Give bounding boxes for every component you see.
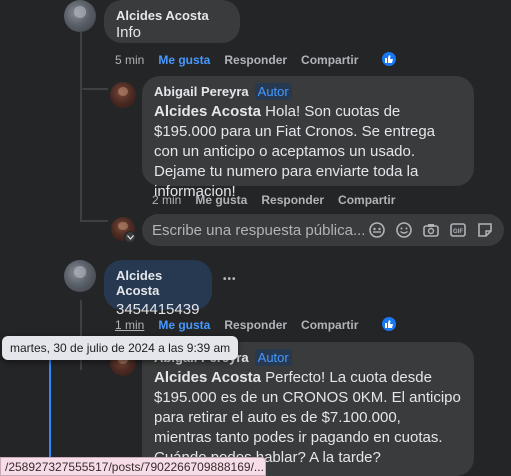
comment-text: Alcides Acosta Hola! Son cuotas de $195.… [154, 103, 436, 200]
like-button[interactable]: Me gusta [158, 318, 210, 332]
mention-link[interactable]: Alcides Acosta [154, 369, 261, 386]
reply-input[interactable]: Escribe una respuesta pública... [152, 222, 368, 239]
reply-button[interactable]: Responder [261, 193, 324, 207]
share-button[interactable]: Compartir [301, 53, 358, 67]
avatar[interactable] [64, 0, 96, 32]
timestamp-tooltip: martes, 30 de julio de 2024 a las 9:39 a… [2, 336, 239, 360]
comment-actions: 2 min Me gusta Responder Compartir [152, 193, 409, 207]
comment-time[interactable]: 1 min [115, 318, 144, 332]
thumbs-up-icon[interactable] [380, 315, 398, 333]
more-options-icon[interactable]: ••• [223, 274, 237, 285]
comment-time[interactable]: 5 min [115, 53, 144, 67]
sticker-icon[interactable] [368, 221, 386, 239]
comment-bubble: Abigail Pereyra Autor Alcides Acosta Hola… [142, 76, 474, 200]
mention-link[interactable]: Alcides Acosta [154, 103, 261, 120]
thread-line [80, 32, 82, 222]
sticker-face-icon[interactable] [476, 221, 494, 239]
comment-bubble: Alcides Acosta Info [104, 0, 240, 43]
gif-icon[interactable]: GIF [449, 221, 467, 239]
thread-highlight-line [49, 352, 51, 462]
reply-button[interactable]: Responder [224, 318, 287, 332]
status-bar-url: /258927327555517/posts/7902266709888169/… [0, 457, 266, 476]
comment-author[interactable]: Alcides Acosta [116, 8, 228, 23]
like-button[interactable]: Me gusta [195, 193, 247, 207]
svg-text:GIF: GIF [453, 229, 463, 235]
author-badge: Autor [254, 83, 292, 100]
author-badge: Autor [254, 349, 292, 366]
share-button[interactable]: Compartir [301, 318, 358, 332]
chevron-down-icon[interactable] [124, 231, 136, 243]
share-button[interactable]: Compartir [338, 193, 395, 207]
avatar[interactable] [64, 260, 96, 292]
comment-text: Alcides Acosta Perfecto! La cuota desde … [154, 369, 461, 466]
thumbs-up-icon[interactable] [380, 50, 398, 68]
like-button[interactable]: Me gusta [158, 53, 210, 67]
thread-line [82, 88, 108, 90]
reply-box[interactable]: Escribe una respuesta pública... GIF [142, 214, 504, 246]
comment-text: 3454415439 [116, 301, 200, 318]
avatar[interactable] [110, 82, 136, 108]
comment-author[interactable]: Abigail Pereyra [154, 84, 249, 99]
comment-bubble: Alcides Acosta 3454415439 [104, 260, 212, 318]
comment-time[interactable]: 2 min [152, 193, 181, 207]
emoji-icon[interactable] [395, 221, 413, 239]
reply-button[interactable]: Responder [224, 53, 287, 67]
comment-actions: 1 min Me gusta Responder Compartir [115, 318, 372, 332]
comment-text: Info [116, 24, 142, 41]
thread-line [82, 220, 108, 222]
camera-icon[interactable] [422, 221, 440, 239]
comment-actions: 5 min Me gusta Responder Compartir [115, 53, 372, 67]
comment-author[interactable]: Alcides Acosta [116, 268, 200, 298]
comment-bubble: Abigail PereyraAutor Alcides Acosta Perf… [142, 342, 474, 476]
